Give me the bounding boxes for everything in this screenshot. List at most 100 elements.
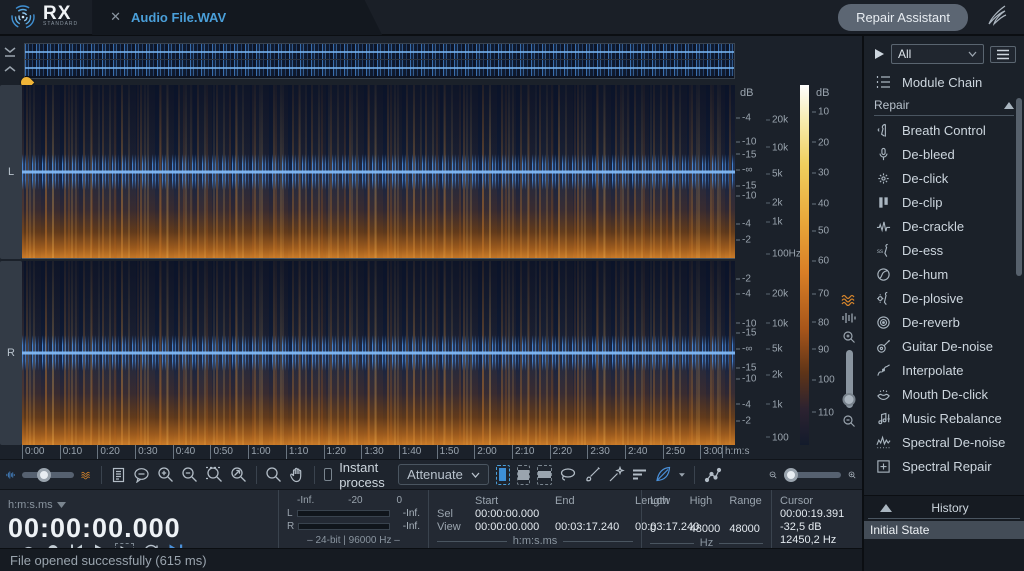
fade-feather-icon[interactable] xyxy=(654,466,672,483)
process-mode-dropdown[interactable]: Attenuate xyxy=(398,464,489,485)
comment-tool-icon[interactable] xyxy=(133,467,150,483)
frequency-scale-right: 20k10k5k2k1k100 xyxy=(766,261,798,445)
adjust-levels-icon[interactable] xyxy=(632,468,647,481)
preview-play-icon[interactable] xyxy=(874,48,885,60)
sidebar-item-module-chain[interactable]: Module Chain xyxy=(864,70,1024,94)
de-ess-icon: ss xyxy=(874,243,892,258)
collapse-up-icon[interactable] xyxy=(3,61,17,73)
signature-scribble-icon[interactable] xyxy=(980,4,1010,30)
amplitude-tick: -4 xyxy=(736,113,751,124)
frequency-tick: 100 xyxy=(766,432,789,443)
sidebar-module-item[interactable]: De-plosive xyxy=(864,286,1024,310)
brush-tool-icon[interactable] xyxy=(584,466,601,483)
module-menu-button[interactable] xyxy=(990,46,1016,63)
frequency-tick: 1k xyxy=(766,399,783,410)
blend-slider-knob[interactable] xyxy=(843,393,856,406)
spectrogram-settings-icon[interactable] xyxy=(81,468,92,482)
waveform-amplitude-icon[interactable] xyxy=(6,468,15,482)
history-collapse-icon[interactable] xyxy=(880,504,892,512)
de-plosive-icon xyxy=(874,291,892,306)
sidebar-module-item[interactable]: De-click xyxy=(864,166,1024,190)
zoom-in-time-icon[interactable] xyxy=(848,468,856,482)
sidebar-module-item[interactable]: Guitar De-noise xyxy=(864,334,1024,358)
magic-wand-icon[interactable] xyxy=(608,466,625,483)
grab-hand-icon[interactable] xyxy=(289,466,305,483)
history-item[interactable]: Initial State xyxy=(864,521,1024,539)
time-zoom-knob[interactable] xyxy=(784,468,798,482)
time-zoom-slider[interactable] xyxy=(784,472,841,478)
lasso-tool-icon[interactable] xyxy=(559,467,577,483)
sidebar-module-item[interactable]: Spectral De-noise xyxy=(864,430,1024,454)
zoom-out-time-icon[interactable] xyxy=(769,468,777,482)
selection-info-section: Start End Length Sel 00:00:00.000 View 0… xyxy=(428,490,641,548)
spectrogram-blend-controls xyxy=(838,294,860,428)
meter-left-value: -Inf. xyxy=(394,508,420,519)
sel-end-value[interactable] xyxy=(555,508,627,520)
sidebar-module-item[interactable]: De-reverb xyxy=(864,310,1024,334)
frequency-selection-tool[interactable] xyxy=(537,465,552,485)
sidebar-scrollbar[interactable] xyxy=(1016,98,1022,276)
sidebar-module-item[interactable]: De-clip xyxy=(864,190,1024,214)
amplitude-zoom-slider[interactable] xyxy=(22,472,74,478)
zoom-out-vertical-icon[interactable] xyxy=(842,414,856,428)
tab-close-icon[interactable]: ✕ xyxy=(110,9,121,25)
sidebar-module-item[interactable]: Spectral Repair xyxy=(864,454,1024,478)
sidebar-module-item[interactable]: De-crackle xyxy=(864,214,1024,238)
overview-left-channel[interactable] xyxy=(25,44,734,60)
time-frequency-selection-tool[interactable] xyxy=(517,465,531,485)
clip-gain-icon[interactable] xyxy=(111,467,126,483)
module-filter-dropdown[interactable]: All xyxy=(891,44,984,64)
selection-end-header: End xyxy=(555,495,627,507)
collapse-down-icon[interactable] xyxy=(3,46,17,58)
amplitude-zoom-knob[interactable] xyxy=(37,468,51,482)
amplitude-scale-right: -2-4-10-15-∞-15-10-4-2 xyxy=(736,261,764,445)
magnify-tool-icon[interactable] xyxy=(265,466,282,483)
sidebar-module-item[interactable]: Breath Control xyxy=(864,118,1024,142)
file-format-label[interactable]: – 24-bit | 96000 Hz – xyxy=(287,535,420,546)
spectrogram-view-icon[interactable] xyxy=(841,294,857,306)
declick-nodes-icon[interactable] xyxy=(704,467,722,483)
sidebar-module-item[interactable]: De-hum xyxy=(864,262,1024,286)
zoom-reset-icon[interactable] xyxy=(230,466,247,483)
time-format-dropdown-icon[interactable] xyxy=(57,502,66,508)
instant-process-checkbox[interactable] xyxy=(324,468,332,481)
zoom-in-vertical-icon[interactable] xyxy=(842,330,856,344)
zoom-out-icon[interactable] xyxy=(181,466,198,483)
time-selection-tool[interactable] xyxy=(496,465,510,485)
module-label: De-bleed xyxy=(902,147,955,162)
sidebar-module-item[interactable]: Mouth De-click xyxy=(864,382,1024,406)
right-channel-label: R xyxy=(0,261,22,445)
view-end-value[interactable]: 00:03:17.240 xyxy=(555,521,627,533)
selection-unit-label[interactable]: h:m:s.ms xyxy=(513,535,558,547)
sel-start-value[interactable]: 00:00:00.000 xyxy=(475,508,547,520)
sidebar-module-item[interactable]: ss De-ess xyxy=(864,238,1024,262)
waveform-overview[interactable] xyxy=(24,43,735,79)
overview-collapse-controls[interactable] xyxy=(3,46,21,73)
rx-application: RX STANDARD ✕ Audio File.WAV Repair Assi… xyxy=(0,0,1024,571)
colormap-scale-title: dB xyxy=(816,87,829,99)
freq-high-value[interactable]: 48000 xyxy=(690,523,724,535)
spectrogram-right[interactable] xyxy=(22,261,735,445)
sidebar-module-item[interactable]: De-bleed xyxy=(864,142,1024,166)
playback-time-display[interactable]: 00:00:00.000 xyxy=(8,513,181,543)
waveform-view-icon[interactable] xyxy=(841,312,857,324)
view-start-value[interactable]: 00:00:00.000 xyxy=(475,521,547,533)
izotope-swirl-icon xyxy=(10,4,36,30)
freq-high-header: High xyxy=(690,495,724,507)
zoom-in-icon[interactable] xyxy=(157,466,174,483)
overview-right-channel[interactable] xyxy=(25,60,734,76)
freq-range-value[interactable]: 48000 xyxy=(729,523,763,535)
interpolate-icon xyxy=(874,363,892,378)
zoom-selection-icon[interactable] xyxy=(205,466,223,483)
sidebar-module-item[interactable]: Interpolate xyxy=(864,358,1024,382)
sidebar-module-item[interactable]: Music Rebalance xyxy=(864,406,1024,430)
file-tab[interactable]: ✕ Audio File.WAV xyxy=(92,0,382,35)
repair-assistant-button[interactable]: Repair Assistant xyxy=(838,4,968,31)
spectrogram-left[interactable] xyxy=(22,85,735,259)
timeline-ruler[interactable]: 0:000:100:200:300:400:501:001:101:201:30… xyxy=(22,445,738,459)
fade-dropdown-icon[interactable] xyxy=(679,471,685,479)
freq-low-value[interactable]: 0 xyxy=(650,523,684,535)
time-format-label[interactable]: h:m:s.ms xyxy=(8,499,53,511)
repair-section-header[interactable]: Repair xyxy=(874,98,1014,116)
blend-slider[interactable] xyxy=(846,350,853,408)
